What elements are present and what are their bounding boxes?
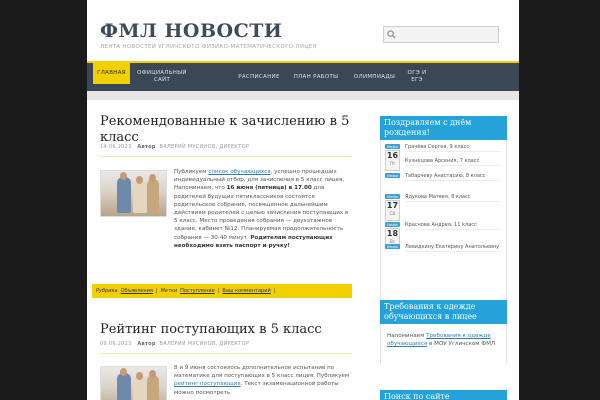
- event-weekday: Пт: [389, 161, 396, 166]
- event-badge: Инфо: [385, 194, 400, 199]
- event-badge: Инфо: [385, 222, 400, 227]
- excerpt-text: Публикуем: [174, 169, 209, 175]
- event-name[interactable]: Ядукова Матвея, 8 класс: [405, 194, 501, 202]
- event-name[interactable]: Краснова Андрея, 11 класс: [405, 222, 501, 230]
- tag-link[interactable]: Поступление: [180, 288, 215, 294]
- post-author[interactable]: ВАЛЕРИЙ МУСИНОВ, ДИРЕКТОР: [160, 144, 250, 150]
- dress-widget-text: Напоминаем Требования к одежде обучающих…: [387, 332, 501, 348]
- event-badge: Инфо: [385, 173, 400, 178]
- post-author-label: Автор: [137, 144, 156, 150]
- tags-label: Метки: [160, 288, 178, 294]
- rubric-label: Рубрика: [96, 288, 118, 294]
- nav-item-home[interactable]: ГЛАВНАЯ: [93, 62, 130, 84]
- main-content: Рекомендованные к зачислению в 5 класс 1…: [92, 100, 352, 400]
- post-excerpt: 8 и 9 июня состоялось дополнительное исп…: [174, 364, 350, 397]
- dress-widget: Напоминаем Требования к одежде обучающих…: [380, 324, 507, 364]
- search-widget-title: Поиск по сайте: [380, 390, 507, 400]
- event-weekday: Сб: [389, 211, 396, 216]
- divider: [100, 156, 352, 157]
- search-input[interactable]: [383, 26, 499, 43]
- search-icon: [387, 30, 396, 39]
- event-name[interactable]: Грачёва Сергея, 9 класс: [405, 144, 501, 152]
- event-day: 16: [386, 151, 399, 160]
- event-name[interactable]: Кузнецова Арсения, 7 класс: [405, 158, 501, 166]
- students-list-link[interactable]: список обучающихся: [208, 169, 270, 175]
- divider: [100, 353, 352, 354]
- event-date: 16 Пт: [385, 150, 400, 171]
- nav-item-olympiads[interactable]: ОЛИМПИАДЫ: [352, 63, 397, 91]
- event-name[interactable]: Табарчеву Анастасию, 8 класс: [405, 173, 501, 181]
- post-author-label: Автор: [137, 341, 156, 347]
- post-title[interactable]: Рейтинг поступающих в 5 класс: [100, 322, 352, 338]
- comments-link[interactable]: Ваш комментарий: [222, 288, 270, 294]
- nav-item-official-site[interactable]: ОФИЦИАЛЬНЫЙ САЙТ: [133, 63, 191, 91]
- dress-text: в МОУ Угличском ФМЛ: [427, 341, 496, 347]
- event-day: 17: [386, 201, 399, 210]
- rating-link[interactable]: рейтинг поступающих: [174, 381, 241, 387]
- nav-item-work-plan[interactable]: ПЛАН РАБОТЫ: [292, 63, 340, 91]
- nav-item-schedule[interactable]: РАСПИСАНИЕ: [237, 63, 281, 91]
- site-header: ФМЛ НОВОСТИ ЛЕНТА НОВОСТЕЙ УГЛИЧСКОГО ФИ…: [87, 0, 519, 60]
- main-nav: ГЛАВНАЯ ОФИЦИАЛЬНЫЙ САЙТ РАСПИСАНИЕ ПЛАН…: [87, 61, 519, 91]
- post-thumbnail[interactable]: [100, 366, 167, 400]
- dress-widget-title: Требования к одежде обучающихся в лицее: [380, 300, 507, 324]
- birthday-widget-title: Поздравляем с днём рождения!: [380, 116, 507, 140]
- post-meta: 14.06.2023 Автор ВАЛЕРИЙ МУСИНОВ, ДИРЕКТ…: [100, 144, 249, 150]
- post-tags-bar: Рубрика Объявления | Метки Поступление |…: [92, 284, 352, 298]
- post-date: 09.06.2023: [100, 341, 132, 347]
- nav-item-exams[interactable]: ОГЭ И ЕГЭ: [407, 63, 427, 91]
- event-date: 17 Сб: [385, 200, 400, 221]
- page: ФМЛ НОВОСТИ ЛЕНТА НОВОСТЕЙ УГЛИЧСКОГО ФИ…: [87, 0, 519, 400]
- excerpt-text: 8 и 9 июня состоялось дополнительное исп…: [174, 365, 350, 380]
- post-meta: 09.06.2023 Автор ВАЛЕРИЙ МУСИНОВ, ДИРЕКТ…: [100, 341, 249, 347]
- post-date: 14.06.2023: [100, 144, 132, 150]
- excerpt-text: для родителей будущих пятиклассников сос…: [174, 185, 349, 241]
- dress-text: Напоминаем: [387, 333, 427, 339]
- post-title[interactable]: Рекомендованные к зачислению в 5 класс: [100, 114, 352, 146]
- nav-shadow: [87, 91, 519, 100]
- event-badge: Инфо: [385, 144, 400, 149]
- event-name[interactable]: Левидкину Екатерину Анатольевну: [405, 244, 501, 252]
- rubric-link[interactable]: Объявления: [121, 288, 153, 294]
- post-author[interactable]: ВАЛЕРИЙ МУСИНОВ, ДИРЕКТОР: [160, 341, 250, 347]
- birthday-widget: Инфо 16 Пт Грачёва Сергея, 9 класс Кузне…: [380, 140, 507, 300]
- site-description: ЛЕНТА НОВОСТЕЙ УГЛИЧСКОГО ФИЗИКО-МАТЕМАТ…: [100, 44, 317, 50]
- site-title[interactable]: ФМЛ НОВОСТИ: [100, 20, 282, 42]
- post-thumbnail[interactable]: [100, 170, 167, 217]
- post-excerpt: Публикуем список обучающихся, успешно пр…: [174, 168, 350, 250]
- excerpt-bold: 16 июня (пятница) в 17.00: [226, 185, 312, 192]
- event-day: 18: [386, 229, 399, 238]
- event-badge: Инфо: [385, 244, 400, 249]
